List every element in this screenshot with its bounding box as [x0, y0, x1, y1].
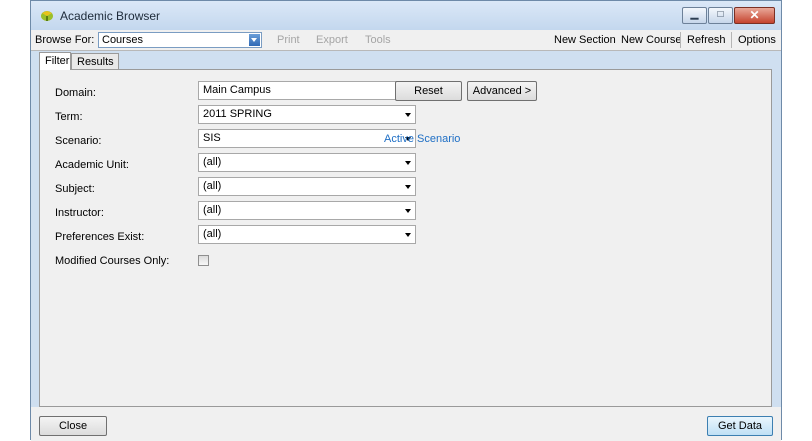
export-menu[interactable]: Export [316, 34, 348, 46]
tab-filter[interactable]: Filter [39, 52, 71, 70]
close-icon: ✕ [749, 8, 760, 22]
options-button[interactable]: Options [738, 34, 776, 46]
close-window-button[interactable]: ✕ [734, 7, 775, 24]
term-select[interactable]: 2011 SPRING [198, 105, 416, 124]
preferences-exist-label: Preferences Exist: [55, 231, 145, 243]
app-icon [41, 11, 53, 21]
scenario-value: SIS [203, 132, 221, 144]
chevron-down-icon [405, 185, 411, 189]
window-title: Academic Browser [60, 9, 161, 23]
subject-label: Subject: [55, 183, 95, 195]
modified-courses-label: Modified Courses Only: [55, 255, 170, 267]
browse-for-select[interactable]: Courses [98, 32, 262, 48]
title-bar[interactable]: Academic Browser ▁ □ ✕ [31, 1, 781, 30]
maximize-button[interactable]: □ [708, 7, 733, 24]
academic-unit-value: (all) [203, 156, 222, 168]
reset-button[interactable]: Reset [395, 81, 462, 101]
browse-for-label: Browse For: [35, 34, 95, 46]
close-button[interactable]: Close [39, 416, 107, 436]
preferences-exist-select[interactable]: (all) [198, 225, 416, 244]
refresh-button[interactable]: Refresh [687, 34, 726, 46]
scenario-label: Scenario: [55, 135, 102, 147]
footer-bar: Close Get Data [31, 407, 781, 441]
print-menu[interactable]: Print [277, 34, 300, 46]
term-label: Term: [55, 111, 83, 123]
domain-label: Domain: [55, 87, 96, 99]
toolbar: Browse For: Courses Print Export Tools N… [31, 30, 781, 51]
new-course-button[interactable]: New Course [621, 34, 682, 46]
toolbar-divider [680, 32, 681, 48]
toolbar-divider [731, 32, 732, 48]
new-section-button[interactable]: New Section [554, 34, 616, 46]
browse-for-value: Courses [102, 34, 143, 46]
instructor-select[interactable]: (all) [198, 201, 416, 220]
window-controls: ▁ □ ✕ [681, 7, 775, 24]
domain-select[interactable]: Main Campus [198, 81, 416, 100]
instructor-label: Instructor: [55, 207, 104, 219]
filter-panel: Domain: Main Campus Reset Advanced > Ter… [39, 69, 772, 407]
academic-unit-select[interactable]: (all) [198, 153, 416, 172]
chevron-down-icon [249, 34, 260, 46]
term-value: 2011 SPRING [203, 108, 272, 120]
preferences-exist-value: (all) [203, 228, 222, 240]
academic-unit-label: Academic Unit: [55, 159, 129, 171]
domain-value: Main Campus [203, 84, 271, 96]
get-data-button[interactable]: Get Data [707, 416, 773, 436]
maximize-icon: □ [717, 9, 724, 20]
chevron-down-icon [405, 233, 411, 237]
subject-value: (all) [203, 180, 222, 192]
tools-menu[interactable]: Tools [365, 34, 391, 46]
instructor-value: (all) [203, 204, 222, 216]
academic-browser-window: Academic Browser ▁ □ ✕ Browse For: Cours… [30, 0, 782, 441]
chevron-down-icon [405, 209, 411, 213]
advanced-button[interactable]: Advanced > [467, 81, 537, 101]
modified-courses-checkbox[interactable] [198, 255, 209, 266]
minimize-button[interactable]: ▁ [682, 7, 707, 24]
subject-select[interactable]: (all) [198, 177, 416, 196]
active-scenario-link[interactable]: Active Scenario [384, 133, 460, 145]
chevron-down-icon [405, 161, 411, 165]
chevron-down-icon [405, 113, 411, 117]
tab-results[interactable]: Results [71, 53, 119, 69]
minimize-icon: ▁ [690, 9, 699, 20]
